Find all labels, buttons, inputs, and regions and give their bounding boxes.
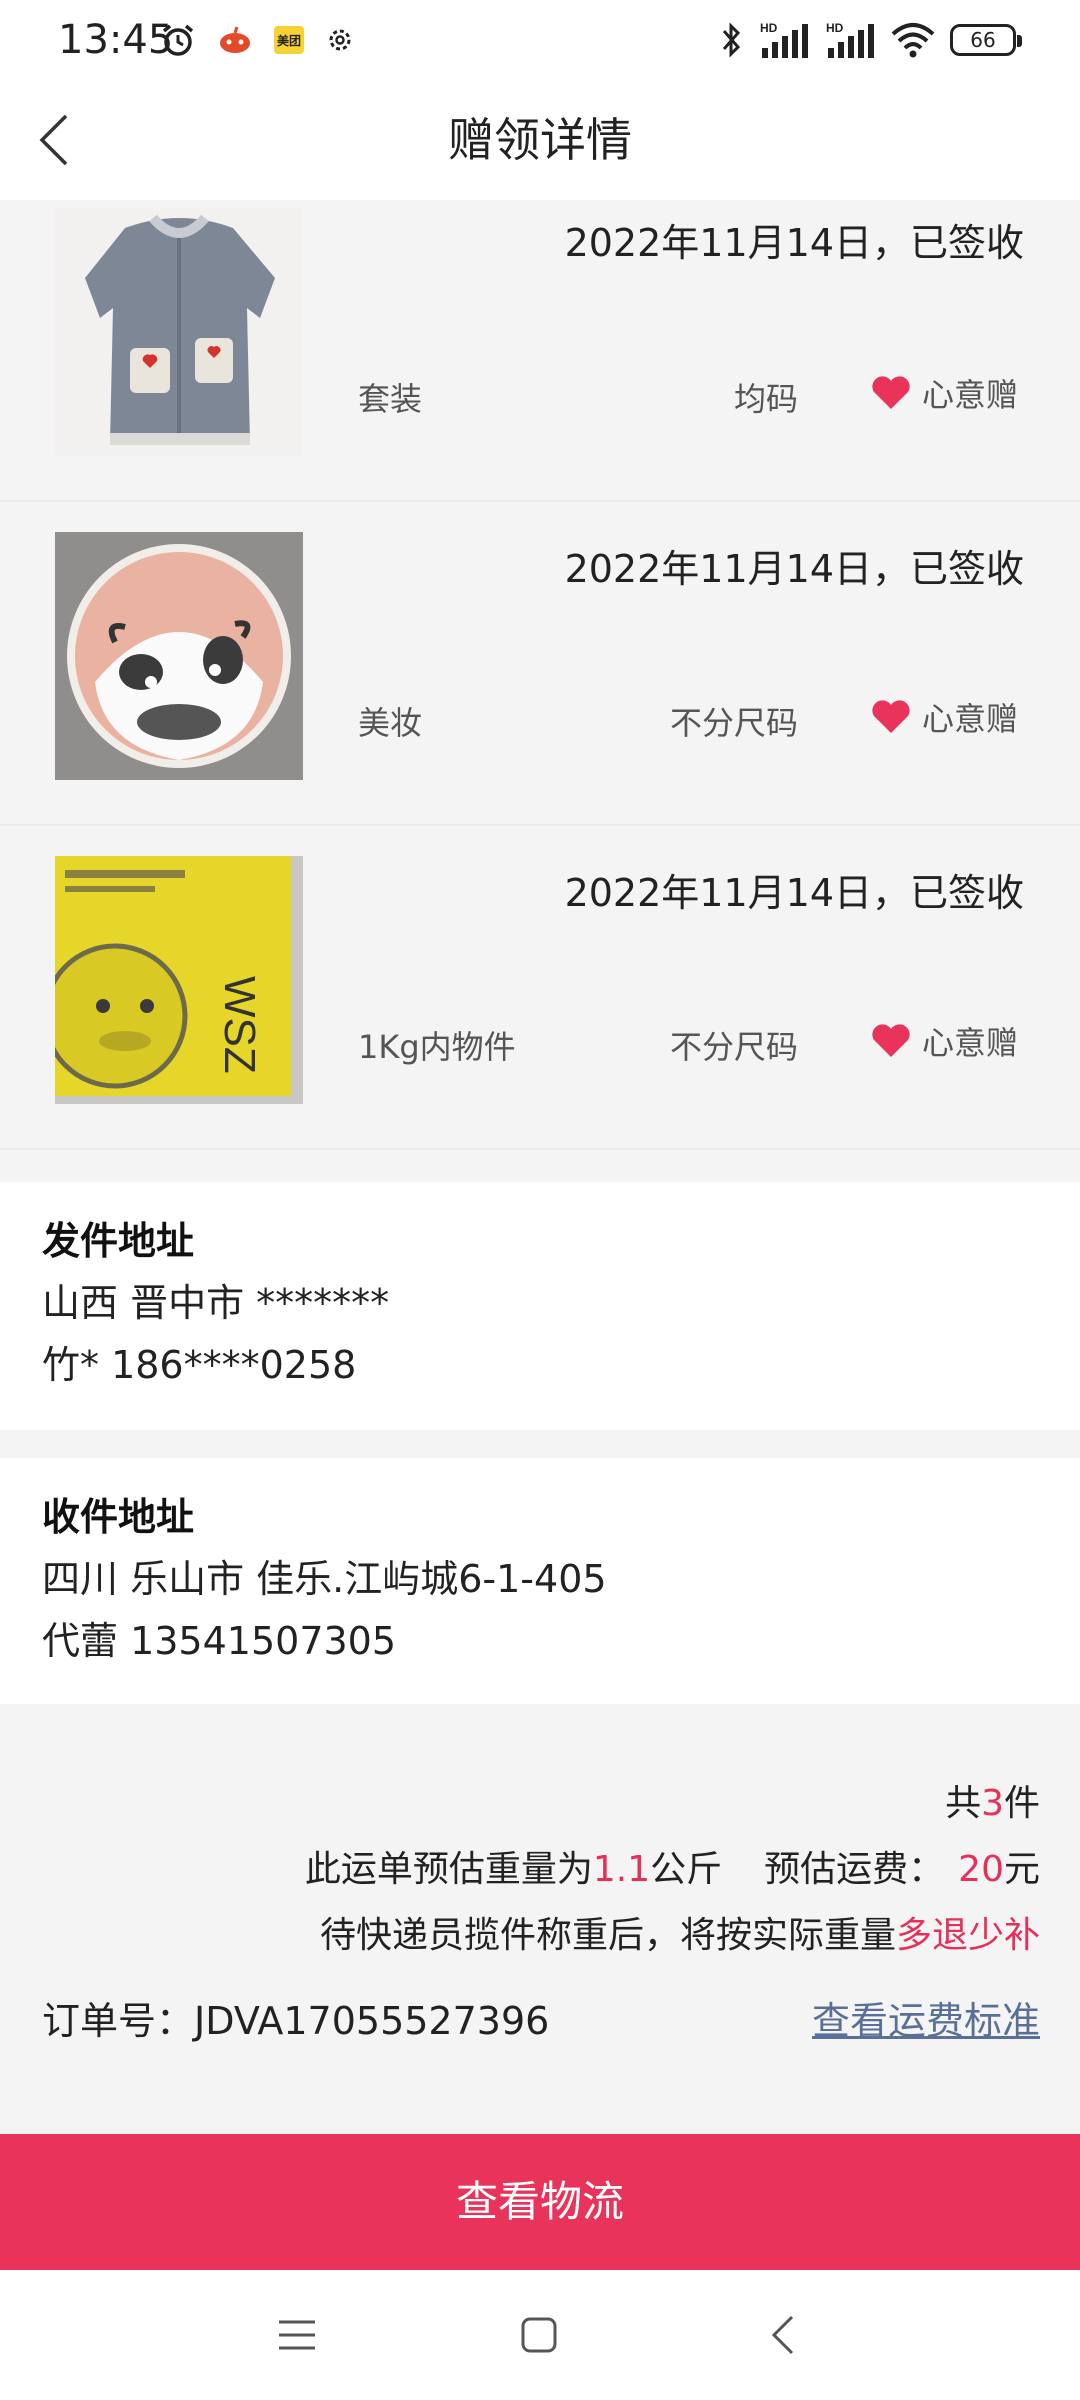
gift-type-badge: 心意赠 <box>870 694 1018 740</box>
heart-icon <box>872 376 910 409</box>
nav-back-button[interactable] <box>748 2300 818 2370</box>
item-count: 共3件 <box>945 1774 1040 1826</box>
battery-icon: 66 <box>950 24 1022 56</box>
status-left-icons: 美团 <box>160 18 354 62</box>
heart-icon <box>872 1024 910 1057</box>
item-size: 均码 <box>733 380 798 418</box>
gift-item[interactable]: 2022年11月14日，已签收 套装 均码 心意赠 <box>0 200 1080 502</box>
weight-value: 1.1 <box>592 1849 651 1890</box>
settings-icon <box>329 29 351 51</box>
item-category: 1Kg内物件 <box>358 1028 516 1066</box>
nav-home-button[interactable] <box>504 2300 574 2370</box>
receiver-address-card: 收件地址 四川 乐山市 佳乐.江屿城6-1-405 代蕾 13541507305 <box>0 1458 1080 1704</box>
gift-item[interactable]: WSZ 2022年11月14日，已签收 1Kg内物件 不分尺码 心意赠 <box>0 826 1080 1150</box>
product-image-yellow-box: WSZ <box>55 856 303 1104</box>
fee-label: 预估运费： <box>764 1849 945 1890</box>
gift-item[interactable]: 2022年11月14日，已签收 美妆 不分尺码 心意赠 <box>0 502 1080 826</box>
svg-text:WSZ: WSZ <box>215 976 264 1074</box>
gift-type-label: 心意赠 <box>921 376 1018 414</box>
fee-value: 20 <box>958 1849 1004 1890</box>
gift-type-label: 心意赠 <box>921 700 1018 738</box>
weight-note-text: 待快递员揽件称重后，将按实际重量 <box>319 1915 896 1956</box>
product-image-robe <box>55 208 303 456</box>
sender-contact: 竹* 186****0258 <box>42 1343 357 1387</box>
product-image-cushion <box>55 532 303 780</box>
fee-standard-link[interactable]: 查看运费标准 <box>812 1990 1040 2045</box>
item-size: 不分尺码 <box>669 704 798 742</box>
sender-address-card: 发件地址 山西 晋中市 ******* 竹* 186****0258 <box>0 1182 1080 1430</box>
status-bar: 13:45 美团 HD HD 66 <box>0 0 1080 80</box>
status-right-icons: HD HD 66 <box>720 18 1022 62</box>
receiver-address-title: 收件地址 <box>42 1495 195 1539</box>
item-category: 套装 <box>358 380 423 418</box>
gift-item-list: 2022年11月14日，已签收 套装 均码 心意赠 2022年11月14日，已签… <box>0 200 1080 1150</box>
item-size: 不分尺码 <box>669 1028 798 1066</box>
receiver-contact: 代蕾 13541507305 <box>42 1619 397 1663</box>
hd-signal-icon: HD <box>826 21 874 58</box>
svg-text:HD: HD <box>760 21 778 35</box>
status-time: 13:45 <box>58 17 174 63</box>
svg-text:HD: HD <box>826 21 844 35</box>
gift-type-badge: 心意赠 <box>870 370 1018 416</box>
page-header: 赠领详情 <box>0 80 1080 200</box>
menu-icon <box>279 2320 315 2350</box>
back-button[interactable] <box>18 104 90 176</box>
item-date-status: 2022年11月14日，已签收 <box>564 221 1024 265</box>
wifi-icon <box>891 23 935 58</box>
gift-type-label: 心意赠 <box>921 1024 1018 1062</box>
item-count-prefix: 共 <box>945 1783 982 1824</box>
hd-signal-icon: HD <box>760 21 808 58</box>
weight-note-highlight: 多退少补 <box>895 1915 1040 1956</box>
order-number: JDVA17055527396 <box>194 1999 550 2043</box>
item-category: 美妆 <box>358 704 423 742</box>
home-square-icon <box>521 2317 557 2353</box>
sender-address: 山西 晋中市 ******* <box>42 1281 390 1325</box>
back-triangle-icon <box>771 2315 794 2355</box>
shipping-summary: 共3件 此运单预估重量为1.1公斤 预估运费： 20元 待快递员揽件称重后，将按实际… <box>0 1704 1080 2134</box>
item-count-suffix: 件 <box>1003 1783 1040 1824</box>
nav-menu-button[interactable] <box>262 2300 332 2370</box>
item-count-value: 3 <box>981 1783 1004 1824</box>
weight-fee-line: 此运单预估重量为1.1公斤 预估运费： 20元 <box>305 1840 1040 1892</box>
weight-unit: 公斤 <box>650 1849 723 1890</box>
weight-label: 此运单预估重量为 <box>304 1849 593 1890</box>
receiver-address: 四川 乐山市 佳乐.江屿城6-1-405 <box>42 1557 607 1601</box>
bluetooth-icon <box>722 22 741 58</box>
sender-address-title: 发件地址 <box>42 1219 195 1263</box>
app-notification-icon <box>220 26 250 53</box>
view-logistics-button[interactable]: 查看物流 <box>0 2134 1080 2270</box>
item-date-status: 2022年11月14日，已签收 <box>564 547 1024 591</box>
system-nav-bar <box>0 2270 1080 2400</box>
gift-type-badge: 心意赠 <box>870 1018 1018 1064</box>
fee-unit: 元 <box>1003 1849 1040 1890</box>
weight-note: 待快递员揽件称重后，将按实际重量多退少补 <box>320 1906 1040 1958</box>
order-number-label: 订单号： <box>42 1999 195 2043</box>
page-title: 赠领详情 <box>448 113 632 167</box>
meituan-icon: 美团 <box>274 26 304 54</box>
item-date-status: 2022年11月14日，已签收 <box>564 871 1024 915</box>
chevron-left-icon <box>39 114 68 166</box>
alarm-icon <box>162 24 194 56</box>
order-number-line: 订单号：JDVA17055527396 <box>42 1990 549 2045</box>
heart-icon <box>872 700 910 733</box>
